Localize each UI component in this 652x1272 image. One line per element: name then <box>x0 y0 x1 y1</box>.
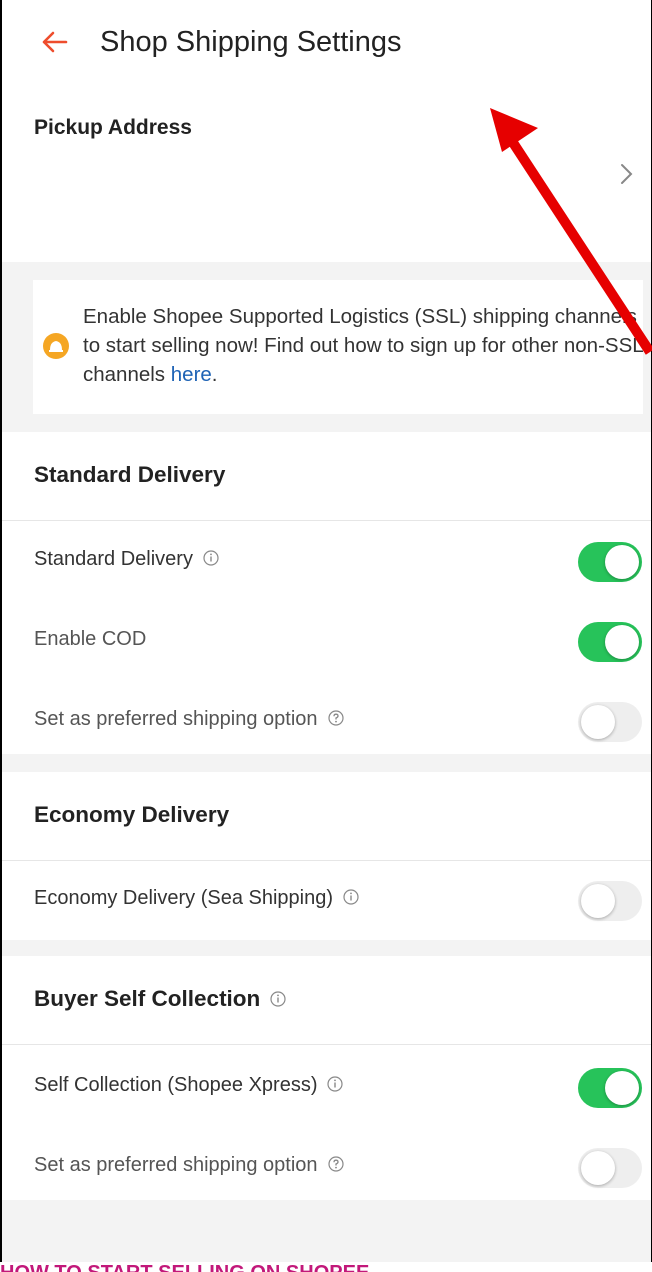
row-preferred-self-collection: Set as preferred shipping option <box>2 1128 651 1208</box>
annotation-arrow-icon <box>490 108 652 355</box>
section-title-economy: Economy Delivery <box>34 802 230 827</box>
section-header: Economy Delivery <box>2 772 651 861</box>
pickup-address-label: Pickup Address <box>34 116 192 139</box>
toggle-knob <box>581 1151 615 1185</box>
row-standard-delivery: Standard Delivery <box>2 522 651 602</box>
section-header: Standard Delivery <box>2 432 651 521</box>
row-label: Economy Delivery (Sea Shipping) <box>34 887 359 910</box>
row-preferred-standard: Set as preferred shipping option <box>2 682 651 762</box>
economy-delivery-label: Economy Delivery (Sea Shipping) <box>34 887 334 909</box>
footer-caption-text: HOW TO START SELLING ON SHOPEE <box>0 1262 369 1272</box>
toggle-knob <box>581 705 615 739</box>
info-icon[interactable] <box>327 1076 344 1092</box>
toggle-knob <box>605 625 639 659</box>
info-icon[interactable] <box>203 550 219 566</box>
preferred-option-label: Set as preferred shipping option <box>34 708 318 730</box>
section-header: Buyer Self Collection <box>2 956 651 1045</box>
footer-caption: HOW TO START SELLING ON SHOPEE <box>0 1262 652 1272</box>
back-arrow-icon[interactable] <box>36 22 76 62</box>
enable-cod-label: Enable COD <box>34 628 147 650</box>
top-bar: Shop Shipping Settings <box>2 0 651 88</box>
help-icon[interactable] <box>327 1156 344 1172</box>
toggle-knob <box>581 884 615 918</box>
toggle-enable-cod[interactable] <box>578 622 642 662</box>
notice-here-link[interactable]: here <box>171 363 212 386</box>
row-economy-delivery: Economy Delivery (Sea Shipping) <box>2 861 651 941</box>
row-self-collection: Self Collection (Shopee Xpress) <box>2 1048 651 1128</box>
section-title-standard: Standard Delivery <box>34 462 226 487</box>
info-icon[interactable] <box>270 990 286 1007</box>
toggle-knob <box>605 1071 639 1105</box>
info-icon[interactable] <box>343 889 359 905</box>
help-icon[interactable] <box>327 710 344 726</box>
self-collection-label: Self Collection (Shopee Xpress) <box>34 1074 318 1096</box>
economy-delivery-section: Economy Delivery Economy Delivery (Sea S… <box>2 772 651 940</box>
preferred-option-label: Set as preferred shipping option <box>34 1154 318 1176</box>
bell-icon <box>43 333 69 359</box>
phone-screen: Shop Shipping Settings Pickup Address En… <box>0 0 652 1262</box>
row-enable-cod: Enable COD <box>2 602 651 682</box>
toggle-economy-delivery[interactable] <box>578 881 642 921</box>
row-label: Set as preferred shipping option <box>34 708 344 731</box>
page-title: Shop Shipping Settings <box>100 26 402 58</box>
row-label: Standard Delivery <box>34 548 219 571</box>
toggle-knob <box>605 545 639 579</box>
row-label: Set as preferred shipping option <box>34 1154 344 1177</box>
buyer-self-collection-section: Buyer Self Collection Self Collection (S… <box>2 956 651 1200</box>
standard-delivery-section: Standard Delivery Standard Delivery Enab… <box>2 432 651 754</box>
notice-tail: . <box>211 363 218 386</box>
toggle-preferred-self-collection[interactable] <box>578 1148 642 1188</box>
row-label: Self Collection (Shopee Xpress) <box>34 1074 344 1097</box>
section-title-self-collection: Buyer Self Collection <box>34 986 286 1012</box>
standard-delivery-label: Standard Delivery <box>34 548 193 570</box>
toggle-self-collection[interactable] <box>578 1068 642 1108</box>
toggle-preferred-standard[interactable] <box>578 702 642 742</box>
self-collection-title: Buyer Self Collection <box>34 986 261 1011</box>
toggle-standard-delivery[interactable] <box>578 542 642 582</box>
